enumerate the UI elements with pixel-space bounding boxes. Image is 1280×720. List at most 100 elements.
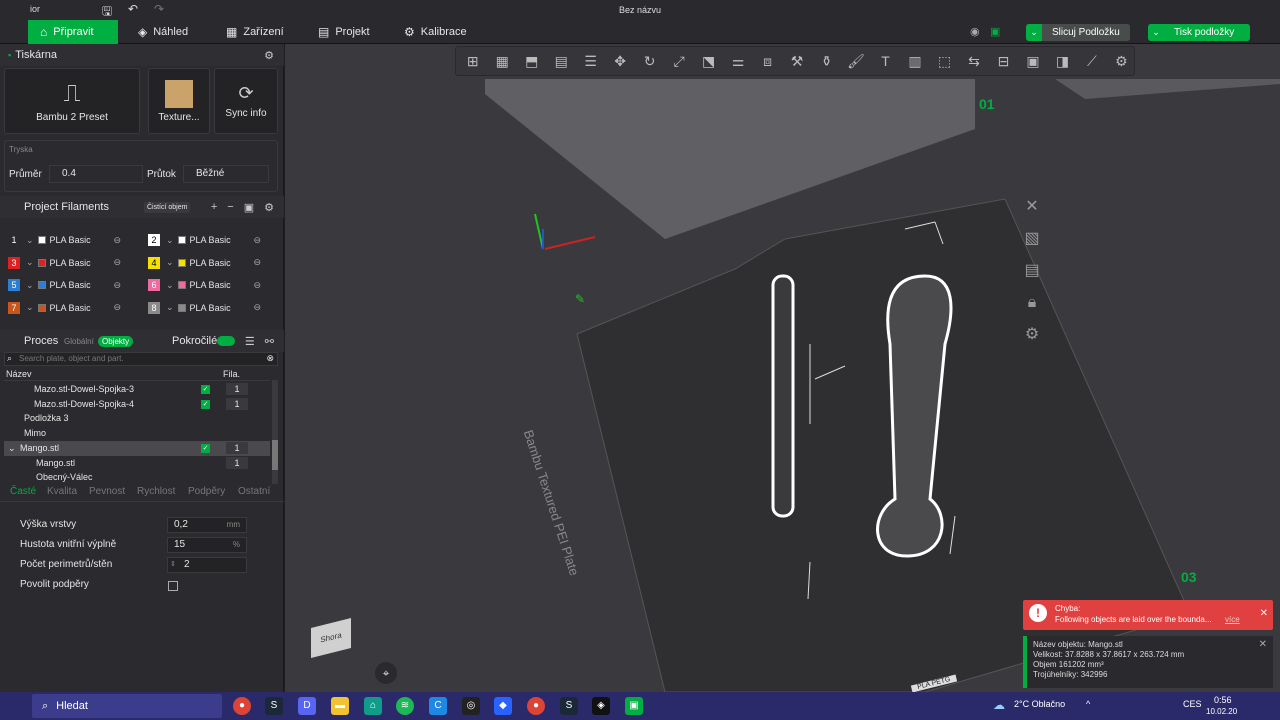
filament-dropdown-icon[interactable]: ⌄ xyxy=(26,302,34,313)
tab-quality[interactable]: Kvalita xyxy=(47,486,77,497)
bambu-studio-icon[interactable]: ▣ xyxy=(625,697,643,715)
plate-type-card[interactable]: Texture... xyxy=(148,68,210,134)
filament-row[interactable]: 6 ⌄ PLA Basic ⊖ xyxy=(148,275,261,295)
filament-dropdown-icon[interactable]: ⌄ xyxy=(166,280,174,291)
tab-device[interactable]: ▦ Zařízení xyxy=(226,20,284,44)
add-filament-icon[interactable]: + xyxy=(211,201,217,214)
filament-dropdown-icon[interactable]: ⌄ xyxy=(26,257,34,268)
edit-pen-icon[interactable]: ✎ xyxy=(575,292,585,306)
filament-row[interactable]: 2 ⌄ PLA Basic ⊖ xyxy=(148,230,261,250)
clock-time[interactable]: 0:56 xyxy=(1214,695,1232,705)
plate-orient-icon[interactable]: ▤ xyxy=(1019,258,1045,284)
list-icon[interactable]: ☰ xyxy=(245,335,255,348)
compare-icon[interactable]: ⚯ xyxy=(265,335,274,348)
print-plate-button[interactable]: ⌄ Tisk podložky xyxy=(1148,24,1250,41)
close-plate-icon[interactable]: ✕ xyxy=(1019,194,1045,220)
filament-row[interactable]: 3 ⌄ PLA Basic ⊖ xyxy=(8,253,121,273)
global-toggle[interactable]: Globální xyxy=(64,337,94,346)
tab-prepare[interactable]: ⌂ Připravit xyxy=(28,20,118,44)
ccleaner-icon[interactable]: C xyxy=(429,697,447,715)
color-paint-icon[interactable]: 🖌︎ xyxy=(843,49,868,73)
spotify-icon[interactable]: ≋ xyxy=(396,697,414,715)
filament-row[interactable]: 1 ⌄ PLA Basic ⊖ xyxy=(8,230,121,250)
infill-input[interactable]: 15% xyxy=(167,537,247,553)
tree-row[interactable]: Obecný-Válec xyxy=(4,470,270,485)
filament-edit-icon[interactable]: ⊖ xyxy=(254,280,262,291)
explode-icon[interactable]: ▣ xyxy=(1020,49,1045,73)
close-info-icon[interactable]: ✕ xyxy=(1259,640,1267,650)
slice-dropdown-icon[interactable]: ⌄ xyxy=(1026,24,1042,41)
tree-row[interactable]: Podložka 3 xyxy=(4,411,270,426)
folder-icon[interactable]: ▬ xyxy=(331,697,349,715)
expand-chevron-icon[interactable]: ⌄ xyxy=(8,441,16,456)
taskbar-search[interactable]: ⌕ Hledat xyxy=(32,694,222,718)
tab-preview[interactable]: ◈ Náhled xyxy=(138,20,188,44)
maps-icon[interactable]: ⌂ xyxy=(364,697,382,715)
filament-row[interactable]: 5 ⌄ PLA Basic ⊖ xyxy=(8,275,121,295)
tab-speed[interactable]: Rychlost xyxy=(137,486,175,497)
ruler-icon[interactable]: ⟋ xyxy=(1079,49,1104,73)
scene-canvas[interactable] xyxy=(285,44,1280,692)
sync-filament-icon[interactable]: ▣ xyxy=(244,201,254,214)
plate-manage-icon[interactable]: ▣ xyxy=(990,25,1000,38)
filament-color-swatch[interactable] xyxy=(177,258,186,267)
object-search-input[interactable]: Search plate, object and part. xyxy=(19,354,124,363)
add-object-icon[interactable]: ⊞ xyxy=(460,49,485,73)
bambu-icon[interactable]: ◆ xyxy=(494,697,512,715)
grid-icon[interactable]: ▦ xyxy=(489,49,514,73)
filament-color-swatch[interactable] xyxy=(37,258,46,267)
support-paint-icon[interactable]: ⚒ xyxy=(784,49,809,73)
tree-scrollbar[interactable] xyxy=(272,380,278,484)
filament-edit-icon[interactable]: ⊖ xyxy=(254,235,262,246)
plate-arrange-icon[interactable]: ▧ xyxy=(1019,226,1045,252)
filament-edit-icon[interactable]: ⊖ xyxy=(254,302,262,313)
slice-plate-button[interactable]: ⌄ Slicuj Podložku xyxy=(1026,24,1130,41)
filament-edit-icon[interactable]: ⊖ xyxy=(254,257,262,268)
language[interactable]: CES xyxy=(1183,699,1202,709)
visibility-checkbox[interactable]: ✓ xyxy=(201,385,210,394)
plate-lock-icon[interactable]: 🔒︎ xyxy=(1019,290,1045,316)
text-icon[interactable]: T xyxy=(873,49,898,73)
filament-dropdown-icon[interactable]: ⌄ xyxy=(166,257,174,268)
filament-color-swatch[interactable] xyxy=(37,236,46,244)
lay-on-face-icon[interactable]: ⬔ xyxy=(696,49,721,73)
filament-edit-icon[interactable]: ⊖ xyxy=(114,235,122,246)
filament-dropdown-icon[interactable]: ⌄ xyxy=(166,235,174,246)
fit-view-icon[interactable]: ⌖ xyxy=(375,662,397,684)
filament-color-swatch[interactable] xyxy=(177,281,186,290)
tray-chevron-icon[interactable]: ^ xyxy=(1086,699,1090,709)
tab-calibration[interactable]: ⚙ Kalibrace xyxy=(404,20,467,44)
walls-stepper[interactable]: ⇕ 2 xyxy=(167,557,247,573)
tree-row[interactable]: Mazo.stl-Dowel-Spojka-3 ✓ 1 xyxy=(4,382,270,397)
layers-icon[interactable]: ☰ xyxy=(578,49,603,73)
chrome-icon[interactable]: ● xyxy=(233,697,251,715)
tree-row[interactable]: ⌄ Mango.stl ✓ 1 xyxy=(4,440,270,456)
printer-settings-icon[interactable]: ⚙ xyxy=(264,49,274,62)
filament-color-swatch[interactable] xyxy=(177,303,186,312)
app-icon[interactable]: ◎ xyxy=(462,697,480,715)
advanced-switch[interactable] xyxy=(217,336,235,346)
scale-icon[interactable]: ⤢ xyxy=(666,49,691,73)
tree-row[interactable]: Mango.stl 1 xyxy=(4,456,270,471)
objects-toggle[interactable]: Objekty xyxy=(98,335,134,347)
tree-row[interactable]: Mimo xyxy=(4,426,270,441)
seam-paint-icon[interactable]: ⚱ xyxy=(814,49,839,73)
tab-project[interactable]: ▤ Projekt xyxy=(318,20,370,44)
printer-preset-card[interactable]: ⎍ Bambu 2 Preset xyxy=(4,68,140,134)
tab-common[interactable]: Časté xyxy=(10,486,36,497)
emboss-icon[interactable]: ▥ xyxy=(902,49,927,73)
sync-info-button[interactable]: ⟳ Sync info xyxy=(214,68,278,134)
plate-settings-icon[interactable]: ⚙ xyxy=(1019,322,1045,348)
variable-layer-icon[interactable]: ◨ xyxy=(1050,49,1075,73)
filament-color-swatch[interactable] xyxy=(37,281,46,290)
view-cube[interactable]: Shora xyxy=(305,618,355,669)
measure-icon[interactable]: ⇆ xyxy=(961,49,986,73)
settings-icon[interactable]: ⚙ xyxy=(1109,49,1134,73)
weather-text[interactable]: 2°C Oblačno xyxy=(1014,699,1065,709)
clock-date[interactable]: 10.02.20 xyxy=(1206,707,1237,716)
filament-edit-icon[interactable]: ⊖ xyxy=(114,302,122,313)
assembly-icon[interactable]: ⬚ xyxy=(932,49,957,73)
arrange-icon[interactable]: ▤ xyxy=(548,49,573,73)
tree-item-filament[interactable]: 1 xyxy=(226,397,248,410)
3d-viewport[interactable]: Bambu Textured PEI Plate 01 03 PLA PETG … xyxy=(285,44,1280,692)
